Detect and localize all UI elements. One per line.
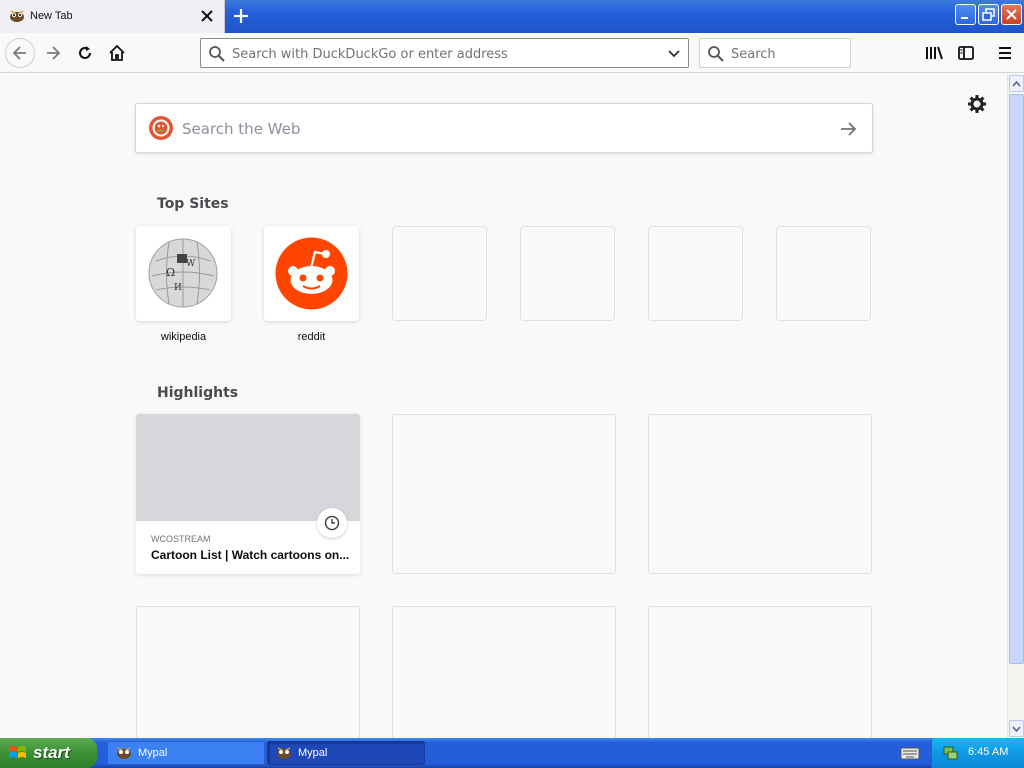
- sidebar-button[interactable]: [951, 38, 981, 68]
- svg-text:W: W: [186, 259, 196, 269]
- taskbar: start Mypal Mypal 6:45 AM: [0, 738, 1024, 768]
- highlight-title: Cartoon List | Watch cartoons on...: [151, 548, 350, 562]
- chevron-down-icon[interactable]: [666, 46, 682, 62]
- back-button[interactable]: [5, 38, 35, 68]
- scroll-thumb[interactable]: [1009, 94, 1024, 664]
- clock: 6:45 AM: [968, 746, 1009, 758]
- search-bar[interactable]: [699, 38, 851, 68]
- top-site-wikipedia[interactable]: Ω W И: [136, 226, 231, 321]
- top-site-empty-slot: [520, 226, 615, 321]
- top-sites-heading: Top Sites: [157, 196, 229, 212]
- mypal-app-icon: [117, 747, 131, 759]
- clock-icon: [317, 508, 347, 538]
- top-site-empty-slot: [392, 226, 487, 321]
- web-search-input[interactable]: [182, 119, 782, 139]
- new-tab-plus-icon[interactable]: [230, 5, 252, 27]
- reddit-alien-icon: [275, 237, 348, 310]
- home-icon: [109, 44, 125, 61]
- close-tab-icon[interactable]: [198, 7, 216, 25]
- close-window-button[interactable]: [1001, 4, 1022, 25]
- close-icon: [1006, 9, 1017, 20]
- tab-new-tab[interactable]: New Tab: [0, 0, 225, 33]
- address-bar[interactable]: [200, 38, 689, 68]
- newtab-page: Top Sites Ω W И wikipedia reddit Highlig…: [0, 74, 1007, 738]
- home-button[interactable]: [102, 38, 132, 68]
- highlight-card[interactable]: WCOSTREAM Cartoon List | Watch cartoons …: [136, 414, 360, 574]
- mypal-favicon-icon: [10, 10, 24, 22]
- arrow-right-icon[interactable]: [838, 119, 858, 139]
- title-bar: New Tab: [0, 0, 1024, 33]
- keyboard-icon[interactable]: [900, 745, 920, 761]
- highlight-empty-slot: [136, 606, 360, 738]
- highlight-empty-slot: [648, 414, 872, 574]
- hamburger-menu-icon: [999, 47, 1011, 59]
- top-site-empty-slot: [648, 226, 743, 321]
- arrow-left-icon: [12, 46, 26, 60]
- search-icon: [209, 46, 225, 62]
- highlights-heading: Highlights: [157, 385, 239, 401]
- navigation-toolbar: [0, 33, 1024, 73]
- wikipedia-globe-icon: Ω W И: [148, 238, 218, 308]
- tab-title: New Tab: [30, 10, 73, 22]
- svg-text:И: И: [174, 283, 182, 293]
- svg-text:Ω: Ω: [166, 266, 175, 279]
- duckduckgo-logo-icon: [149, 116, 173, 140]
- search-icon: [708, 46, 724, 62]
- top-site-reddit[interactable]: [264, 226, 359, 321]
- web-search-box[interactable]: [135, 103, 873, 153]
- highlight-empty-slot: [392, 606, 616, 738]
- taskbar-item-mypal[interactable]: Mypal: [107, 741, 265, 765]
- arrow-right-icon: [47, 46, 61, 60]
- taskbar-item-label: Mypal: [298, 747, 328, 759]
- gear-icon[interactable]: [966, 93, 988, 115]
- reload-button[interactable]: [70, 38, 100, 68]
- taskbar-item-mypal-active[interactable]: Mypal: [267, 741, 425, 765]
- restore-icon: [982, 8, 995, 21]
- forward-button[interactable]: [38, 38, 68, 68]
- start-button[interactable]: start: [0, 738, 97, 768]
- highlight-source: WCOSTREAM: [151, 534, 211, 544]
- taskbar-item-label: Mypal: [138, 747, 168, 759]
- chevron-down-icon: [1012, 726, 1021, 732]
- restore-button[interactable]: [978, 4, 999, 25]
- network-icon[interactable]: [942, 745, 958, 761]
- minimize-button[interactable]: [955, 4, 976, 25]
- top-site-label: wikipedia: [160, 331, 207, 343]
- minimize-icon: [961, 17, 968, 19]
- start-label: start: [33, 743, 70, 762]
- scroll-up-button[interactable]: [1009, 75, 1024, 92]
- mypal-app-icon: [277, 747, 291, 759]
- highlight-empty-slot: [648, 606, 872, 738]
- windows-flag-icon: [9, 746, 26, 758]
- menu-button[interactable]: [990, 38, 1020, 68]
- chevron-up-icon: [1012, 80, 1021, 86]
- top-site-empty-slot: [776, 226, 871, 321]
- highlight-thumbnail: [136, 414, 360, 521]
- vertical-scrollbar[interactable]: [1007, 74, 1024, 738]
- sidebar-icon: [958, 46, 974, 60]
- system-tray: 6:45 AM: [931, 738, 1024, 768]
- library-icon: [926, 46, 943, 60]
- scroll-down-button[interactable]: [1009, 720, 1024, 737]
- search-input[interactable]: [731, 45, 843, 63]
- highlight-empty-slot: [392, 414, 616, 574]
- address-input[interactable]: [232, 45, 652, 63]
- top-site-label: reddit: [297, 331, 326, 343]
- reload-icon: [79, 46, 91, 59]
- library-button[interactable]: [919, 38, 949, 68]
